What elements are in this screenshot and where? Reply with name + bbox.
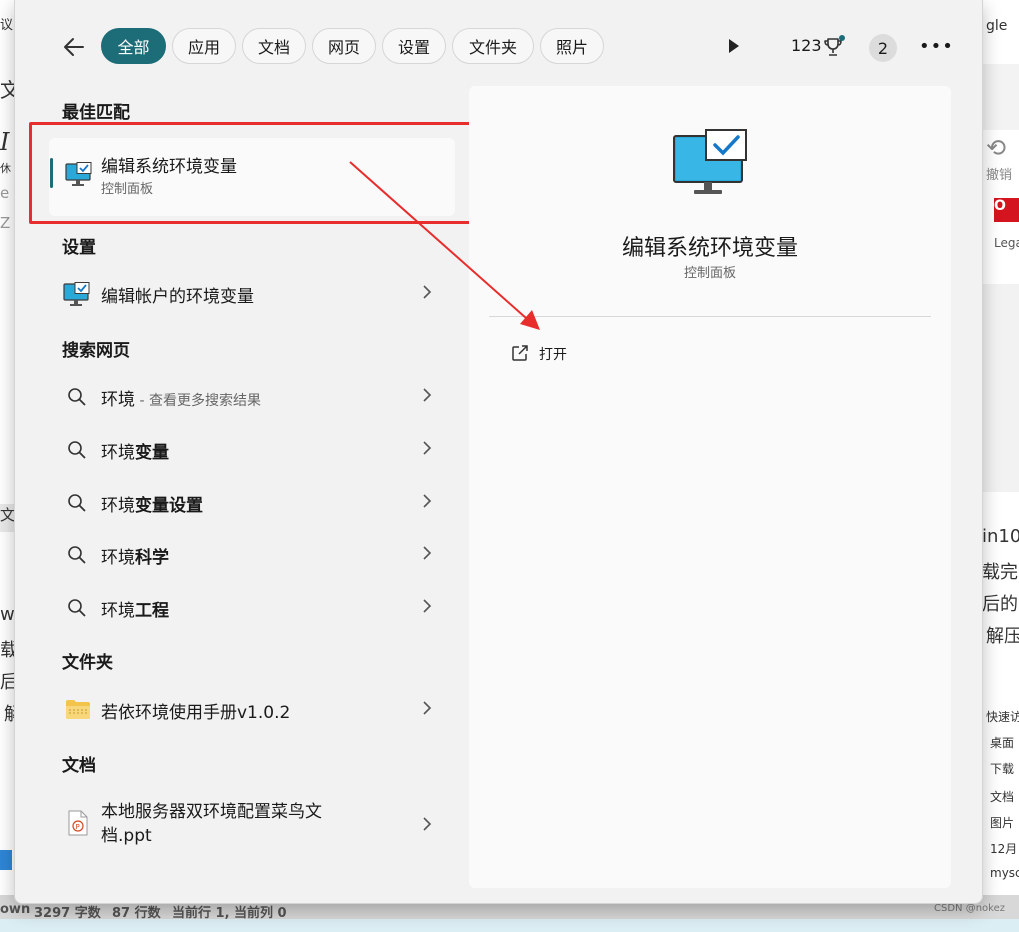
bg-fragment: e — [0, 184, 10, 202]
bg-explorer-item: 图片 — [990, 816, 1015, 830]
watermark: CSDN @nokez — [934, 903, 1005, 914]
bg-fragment: I — [0, 128, 10, 156]
back-arrow-icon[interactable] — [61, 34, 87, 60]
bg-fragment: 议 — [0, 18, 14, 33]
bg-explorer-item: mysc — [990, 866, 1019, 880]
bg-fragment: Z — [0, 214, 11, 232]
open-action-label: 打开 — [539, 347, 567, 363]
web-item-label: 环境变量设置 — [101, 496, 203, 516]
web-item-label: 环境变量 — [101, 443, 169, 463]
bg-bottom-strip — [0, 919, 1019, 932]
bg-fragment: wi — [0, 604, 14, 625]
list-item[interactable]: 环境变量设置 — [49, 481, 455, 525]
bg-fragment: in10 — [982, 526, 1019, 547]
bg-blue-fragment — [0, 850, 12, 870]
detail-pane: 编辑系统环境变量 控制面板 打开 — [469, 86, 951, 888]
folder-item-label: 若依环境使用手册v1.0.2 — [101, 703, 291, 723]
status-mode: own — [0, 902, 31, 917]
bg-toolbar — [982, 64, 1019, 130]
tab-web[interactable]: 网页 — [312, 28, 376, 64]
chevron-right-icon — [423, 494, 432, 508]
search-panel: 全部 应用 文档 网页 设置 文件夹 照片 123 2 ••• 最佳匹配 编辑系… — [14, 0, 983, 904]
chevron-right-icon — [423, 285, 432, 299]
bg-fragment: 载 — [0, 640, 14, 661]
zip-folder-icon — [66, 700, 90, 719]
bg-fragment: 文 — [0, 78, 14, 102]
bg-fragment: 休 — [0, 162, 11, 175]
open-action[interactable]: 打开 — [501, 340, 701, 370]
list-item[interactable]: 环境工程 — [49, 586, 455, 630]
bg-undo-label: 撤销 — [986, 168, 1013, 183]
bg-panel — [982, 284, 1019, 492]
bg-fragment: 载完 — [982, 562, 1018, 583]
rewards-points[interactable]: 123 — [791, 36, 822, 55]
play-icon[interactable] — [727, 38, 741, 54]
chevron-right-icon — [423, 817, 432, 831]
search-icon — [68, 599, 86, 617]
bg-explorer-item: 12月 — [990, 842, 1018, 856]
bg-fragment: 文 — [0, 504, 14, 532]
bg-fragment: 后的 — [982, 594, 1018, 615]
bg-explorer-item: 快速访 — [986, 710, 1019, 724]
list-item[interactable]: 编辑帐户的环境变量 — [49, 272, 455, 316]
search-icon — [68, 546, 86, 564]
chevron-right-icon — [423, 388, 432, 402]
search-icon — [68, 388, 86, 406]
bg-fragment: 后 — [0, 672, 14, 693]
web-search-heading: 搜索网页 — [62, 341, 130, 361]
documents-heading: 文档 — [62, 756, 96, 776]
monitor-check-icon — [63, 282, 90, 306]
tab-settings[interactable]: 设置 — [382, 28, 446, 64]
settings-heading: 设置 — [62, 238, 96, 258]
open-external-icon — [512, 345, 528, 361]
best-match-heading: 最佳匹配 — [62, 103, 130, 123]
bg-fragment: gle — [986, 18, 1008, 34]
detail-subtitle: 控制面板 — [683, 266, 736, 281]
document-item-label: 本地服务器双环境配置菜鸟文 档.ppt — [101, 802, 322, 846]
bg-fragment: 解 — [4, 704, 14, 725]
tab-apps[interactable]: 应用 — [172, 28, 236, 64]
tab-folders[interactable]: 文件夹 — [452, 28, 534, 64]
tab-documents[interactable]: 文档 — [242, 28, 306, 64]
more-options-icon[interactable]: ••• — [919, 36, 954, 57]
bg-fragment: 解压 — [986, 626, 1019, 647]
chevron-right-icon — [423, 441, 432, 455]
web-item-label: 环境工程 — [101, 601, 169, 621]
search-icon — [68, 441, 86, 459]
web-item-label: 环境科学 — [101, 548, 169, 568]
detail-title: 编辑系统环境变量 — [621, 236, 798, 261]
account-badge[interactable]: 2 — [869, 34, 897, 62]
search-icon — [68, 494, 86, 512]
svg-text:P: P — [76, 823, 80, 831]
bg-explorer-item: 下载 — [990, 762, 1015, 776]
folders-heading: 文件夹 — [62, 653, 113, 673]
list-item[interactable]: 若依环境使用手册v1.0.2 — [49, 688, 455, 732]
chevron-right-icon — [423, 599, 432, 613]
settings-item-label: 编辑帐户的环境变量 — [101, 287, 254, 307]
divider — [489, 316, 931, 317]
notification-dot — [839, 35, 845, 41]
tab-all[interactable]: 全部 — [101, 28, 166, 64]
bg-logo: O — [994, 198, 1019, 222]
list-item[interactable]: 环境变量 — [49, 428, 455, 472]
list-item[interactable]: 环境 - 查看更多搜索结果 — [49, 375, 455, 419]
chevron-right-icon — [423, 701, 432, 715]
bg-explorer-item: 桌面 — [990, 736, 1015, 750]
chevron-right-icon — [423, 546, 432, 560]
annotation-highlight-box — [29, 122, 487, 224]
bg-explorer-item: 文档 — [990, 790, 1015, 804]
list-item[interactable]: 环境科学 — [49, 533, 455, 577]
list-item[interactable]: P 本地服务器双环境配置菜鸟文 档.ppt — [49, 800, 455, 852]
ppt-file-icon: P — [68, 810, 88, 836]
undo-icon: ⟲ — [986, 134, 1007, 162]
web-item-label: 环境 - 查看更多搜索结果 — [101, 390, 261, 410]
tab-photos[interactable]: 照片 — [540, 28, 604, 64]
bg-fragment: Lega — [994, 236, 1019, 250]
monitor-check-icon — [673, 129, 747, 194]
